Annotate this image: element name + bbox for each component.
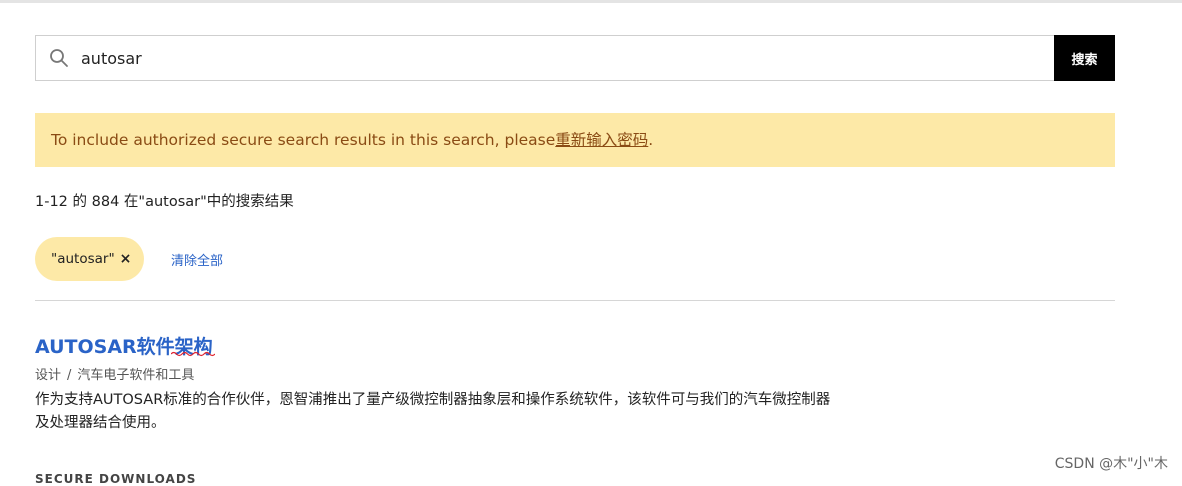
breadcrumb-item-design[interactable]: 设计	[35, 368, 61, 383]
result-description: 作为支持AUTOSAR标准的合作伙伴，恩智浦推出了量产级微控制器抽象层和操作系统…	[35, 392, 831, 431]
reenter-password-link[interactable]: 重新输入密码	[555, 131, 648, 149]
search-box[interactable]	[35, 35, 1055, 81]
secure-downloads-label: SECURE DOWNLOADS	[35, 472, 197, 486]
breadcrumb-separator: /	[67, 368, 72, 383]
search-input[interactable]	[81, 36, 1041, 80]
search-icon	[49, 48, 69, 68]
results-summary: 1-12 的 884 在"autosar"中的搜索结果	[35, 194, 294, 210]
filter-chip-autosar[interactable]: "autosar" ×	[35, 237, 144, 281]
notice-suffix: .	[648, 131, 654, 149]
top-border	[0, 0, 1182, 3]
csdn-watermark: CSDN @木"小"木	[1054, 456, 1168, 472]
notice-text: To include authorized secure search resu…	[51, 131, 556, 149]
clear-all-link[interactable]: 清除全部	[171, 250, 223, 269]
breadcrumb-item-automotive-software[interactable]: 汽车电子软件和工具	[77, 368, 194, 383]
search-button[interactable]: 搜索	[1054, 35, 1115, 81]
divider	[35, 300, 1115, 301]
secure-search-notice: To include authorized secure search resu…	[35, 113, 1115, 167]
close-icon[interactable]: ×	[120, 237, 132, 281]
breadcrumb: 设计 / 汽车电子软件和工具	[35, 364, 194, 383]
spellcheck-underline	[171, 351, 215, 357]
filter-chip-label: "autosar"	[51, 251, 115, 267]
